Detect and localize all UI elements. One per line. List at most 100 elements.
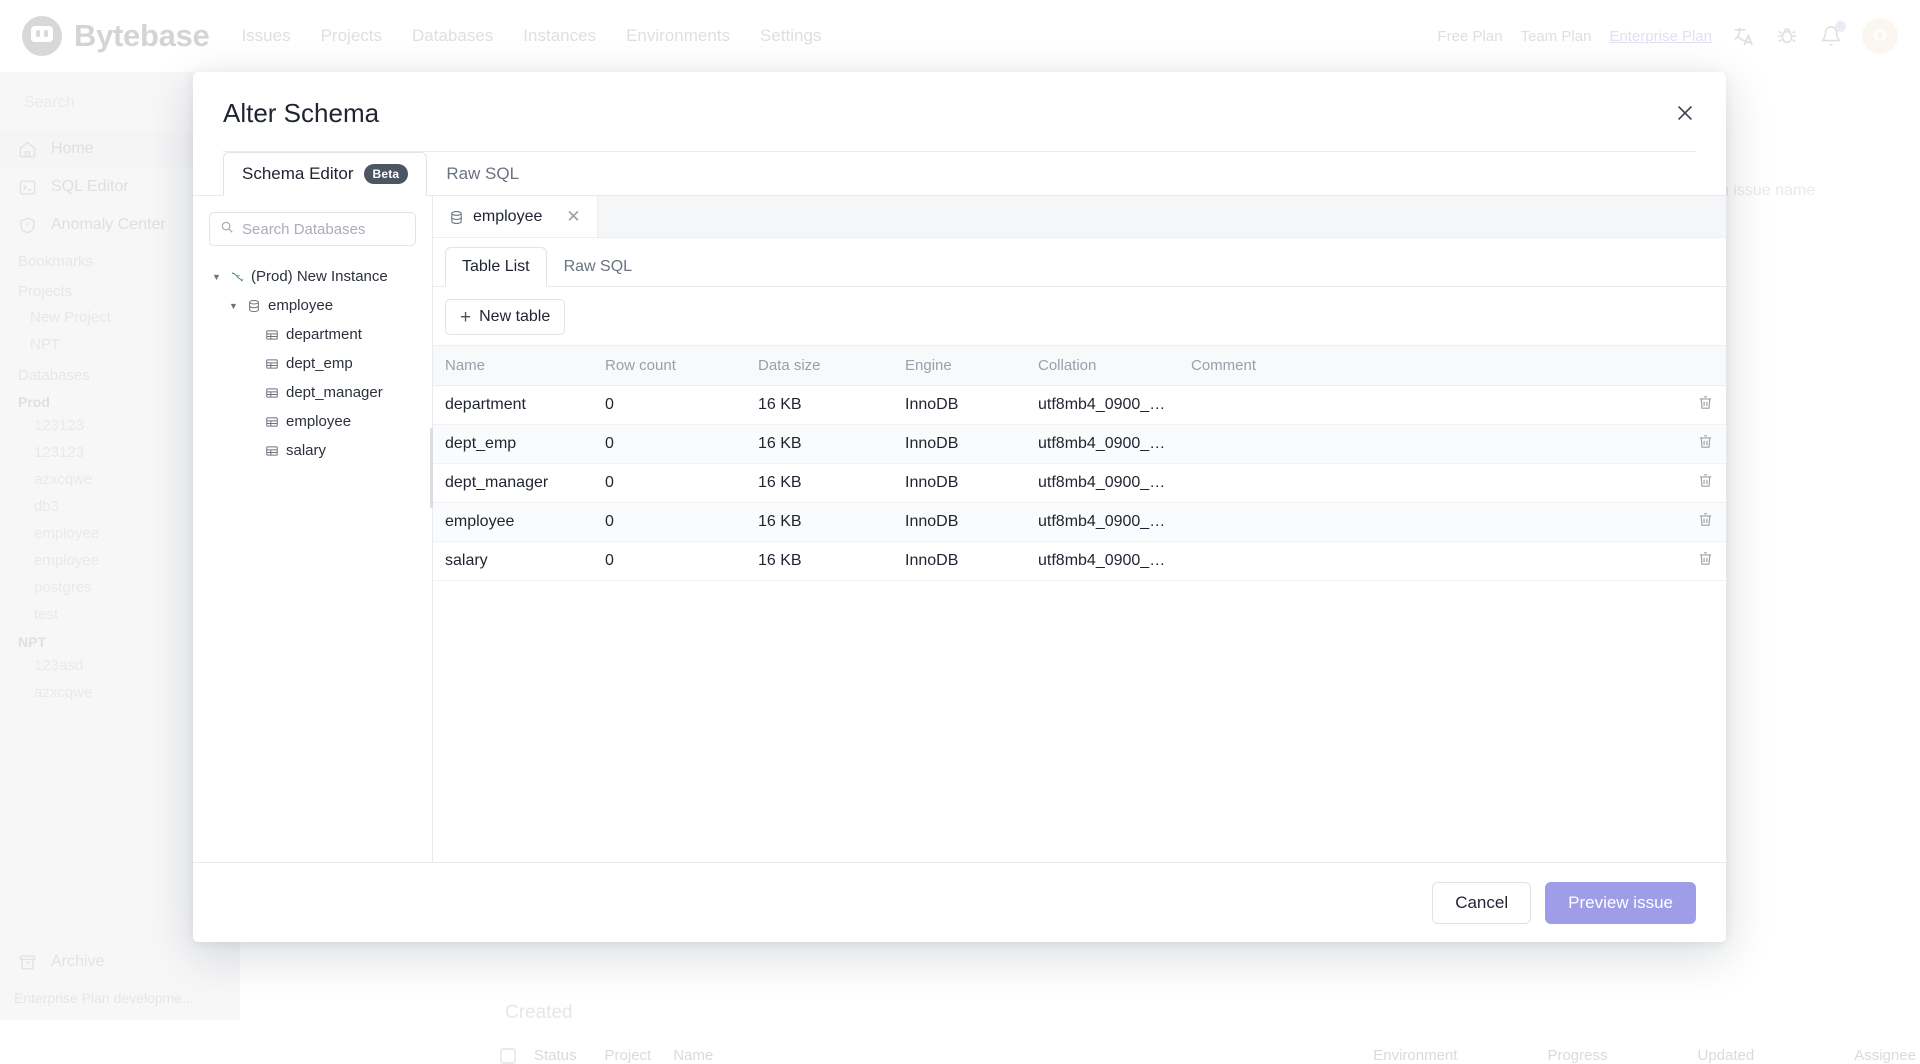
column-progress: Progress [1547,1047,1607,1064]
tree-table-label: salary [286,442,326,459]
plus-icon: + [460,308,471,327]
column-assignee: Assignee [1854,1047,1916,1064]
table-row[interactable]: department 0 16 KB InnoDB utf8mb4_0900_a… [433,386,1726,425]
column-header-comment: Comment [1179,346,1666,386]
background-table-column-headers: Status Project Name Environment Progress… [500,1047,1920,1064]
trash-icon[interactable] [1697,433,1714,450]
mysql-dolphin-icon [230,270,244,284]
beta-badge: Beta [364,164,409,184]
new-table-button[interactable]: + New table [445,299,565,335]
database-tab-bar: employee ✕ [433,196,1726,238]
cell-comment [1179,542,1666,581]
table-icon [265,386,279,400]
tree-item-table[interactable]: dept_emp [209,349,416,378]
table-body: department 0 16 KB InnoDB utf8mb4_0900_a… [433,386,1726,581]
database-icon [247,299,261,313]
cell-engine: InnoDB [893,464,1026,503]
cell-comment [1179,503,1666,542]
trash-icon[interactable] [1697,550,1714,567]
column-header-name: Name [433,346,593,386]
new-table-label: New table [479,308,550,326]
modal-footer: Cancel Preview issue [193,862,1726,942]
column-header-data-size: Data size [746,346,893,386]
tab-label: Schema Editor [242,164,354,184]
cell-engine: InnoDB [893,503,1026,542]
column-status: Status [534,1047,577,1064]
cell-comment [1179,425,1666,464]
table-header-row: Name Row count Data size Engine Collatio… [433,346,1726,386]
database-tree-pane: Search Databases ▼ (Prod) New Instance ▼ [193,196,433,862]
schema-tree: ▼ (Prod) New Instance ▼ employee [209,262,416,465]
column-header-engine: Engine [893,346,1026,386]
tree-scrollbar[interactable] [430,428,433,508]
column-updated: Updated [1697,1047,1754,1064]
column-header-actions [1666,346,1726,386]
cell-name: salary [433,542,593,581]
cell-actions [1666,464,1726,503]
cell-name: department [433,386,593,425]
table-row[interactable]: salary 0 16 KB InnoDB utf8mb4_0900_a... [433,542,1726,581]
tree-item-instance[interactable]: ▼ (Prod) New Instance [209,262,416,291]
search-databases-input[interactable]: Search Databases [209,212,416,246]
modal-overlay: Alter Schema Schema Editor Beta Raw SQL [0,0,1920,1020]
search-databases-placeholder: Search Databases [242,221,365,238]
cell-engine: InnoDB [893,542,1026,581]
cell-collation: utf8mb4_0900_a... [1026,542,1179,581]
select-all-checkbox[interactable] [500,1048,516,1064]
tab-schema-editor[interactable]: Schema Editor Beta [223,152,427,196]
tree-instance-label: (Prod) New Instance [251,268,388,285]
trash-icon[interactable] [1697,511,1714,528]
close-icon[interactable] [1670,98,1700,128]
tree-table-label: department [286,326,362,343]
table-row[interactable]: dept_emp 0 16 KB InnoDB utf8mb4_0900_a..… [433,425,1726,464]
database-tab-employee[interactable]: employee ✕ [433,196,598,237]
cell-row-count: 0 [593,464,746,503]
column-header-collation: Collation [1026,346,1179,386]
tree-item-database[interactable]: ▼ employee [209,291,416,320]
table-list: Name Row count Data size Engine Collatio… [433,345,1726,581]
cell-row-count: 0 [593,386,746,425]
column-project: Project [605,1047,652,1064]
tab-editor-raw-sql[interactable]: Raw SQL [547,246,649,286]
tree-item-table[interactable]: department [209,320,416,349]
chevron-down-icon[interactable]: ▼ [212,272,223,282]
tree-item-table[interactable]: dept_manager [209,378,416,407]
trash-icon[interactable] [1697,394,1714,411]
table-icon [265,444,279,458]
cell-data-size: 16 KB [746,464,893,503]
database-tab-label: employee [473,208,542,226]
cell-engine: InnoDB [893,386,1026,425]
trash-icon[interactable] [1697,472,1714,489]
table-icon [265,328,279,342]
preview-issue-button[interactable]: Preview issue [1545,882,1696,924]
close-icon[interactable]: ✕ [566,207,580,227]
modal-main-tabs: Schema Editor Beta Raw SQL [193,152,1726,196]
cell-collation: utf8mb4_0900_a... [1026,425,1179,464]
chevron-down-icon[interactable]: ▼ [229,301,240,311]
tree-table-label: employee [286,413,351,430]
table-row[interactable]: dept_manager 0 16 KB InnoDB utf8mb4_0900… [433,464,1726,503]
cell-data-size: 16 KB [746,425,893,464]
cell-comment [1179,464,1666,503]
cell-name: dept_manager [433,464,593,503]
table-icon [265,357,279,371]
search-icon [220,220,234,238]
schema-editor-pane: employee ✕ Table List Raw SQL + New tabl… [433,196,1726,862]
cell-actions [1666,542,1726,581]
table-row[interactable]: employee 0 16 KB InnoDB utf8mb4_0900_a..… [433,503,1726,542]
cancel-button[interactable]: Cancel [1432,882,1531,924]
cell-actions [1666,425,1726,464]
tree-table-label: dept_manager [286,384,383,401]
tab-raw-sql[interactable]: Raw SQL [427,151,538,195]
column-header-row-count: Row count [593,346,746,386]
cell-row-count: 0 [593,503,746,542]
column-environment: Environment [1373,1047,1457,1064]
database-icon [449,210,463,224]
tree-item-table[interactable]: employee [209,407,416,436]
alter-schema-modal: Alter Schema Schema Editor Beta Raw SQL [193,72,1726,942]
tab-table-list[interactable]: Table List [445,247,547,287]
cell-collation: utf8mb4_0900_a... [1026,386,1179,425]
tree-item-table[interactable]: salary [209,436,416,465]
table-toolbar: + New table [433,287,1726,345]
tree-database-label: employee [268,297,333,314]
